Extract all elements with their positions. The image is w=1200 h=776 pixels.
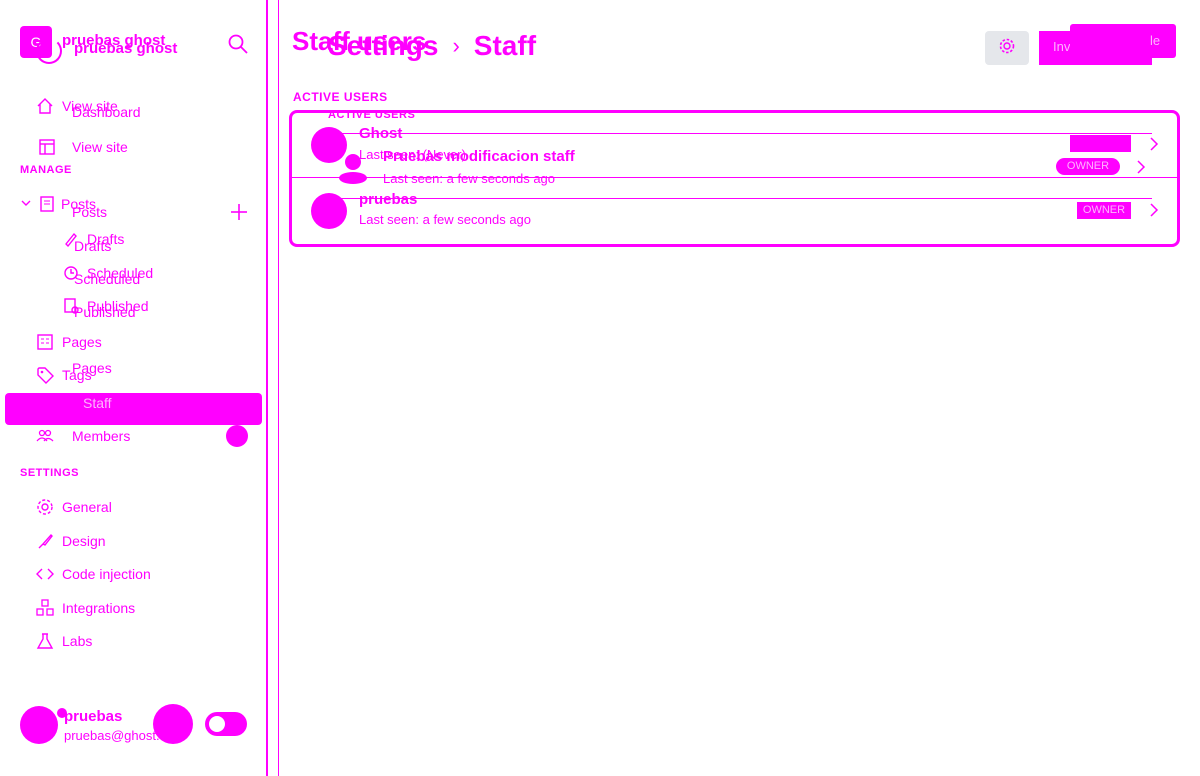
nav-staff-label: Staff (83, 395, 112, 411)
nav-labs-label: Labs (62, 633, 93, 649)
nav-published-dup-label: Published (74, 304, 136, 320)
integrations-icon (36, 599, 54, 617)
breadcrumb-settings[interactable]: Settings (328, 30, 438, 62)
row-divider (333, 133, 1152, 134)
nav-pages-label: Pages (62, 334, 102, 350)
nav-view-site-2-label: View site (72, 139, 128, 155)
nav-general[interactable]: General (36, 498, 112, 516)
user-avatar[interactable] (20, 706, 58, 744)
layout-icon (38, 138, 56, 156)
nav-staff-active[interactable]: Staff (5, 393, 262, 425)
breadcrumb-staff: Staff (473, 30, 537, 61)
nav-pages[interactable]: Pages (36, 333, 102, 351)
user-last-seen: Last seen: a few seconds ago (383, 171, 556, 186)
breadcrumb-separator: › (452, 33, 460, 58)
gear-icon (998, 37, 1016, 60)
nav-integrations-label: Integrations (62, 600, 136, 616)
chevron-right-icon (1148, 137, 1160, 151)
nav-dashboard-label: Dashboard (72, 104, 141, 120)
members-icon (36, 427, 54, 445)
user-avatar (311, 193, 347, 229)
chevron-down-icon[interactable] (20, 196, 32, 214)
user-name[interactable]: pruebas (64, 708, 122, 725)
nav-posts-dup-label: Posts (72, 204, 108, 220)
nav-posts-dup: Posts (72, 204, 107, 220)
user-name: Pruebas modificacion staff (383, 148, 575, 165)
code-icon (36, 565, 54, 583)
nav-drafts-dup-label: Drafts (74, 238, 112, 254)
dark-mode-toggle[interactable] (205, 712, 247, 736)
active-users-heading-dup: ACTIVE USERS (328, 109, 416, 121)
tag-icon (36, 366, 54, 384)
user-name: pruebas (359, 191, 418, 208)
user-last-seen: Last seen: a few seconds ago (359, 212, 532, 227)
nav-members-label: Members (72, 428, 131, 444)
home-icon (36, 97, 54, 115)
nav-code-injection-label: Code injection (62, 566, 151, 582)
invite-people-button-dup[interactable]: le (1070, 24, 1176, 58)
nav-tags[interactable]: Tags (36, 366, 92, 384)
nav-labs[interactable]: Labs (36, 632, 92, 650)
add-post-icon[interactable] (229, 202, 249, 227)
nav-scheduled-dup-label: Scheduled (74, 271, 141, 287)
user-avatar-body (339, 172, 367, 184)
user-avatar (311, 127, 347, 163)
nav-scheduled-dup: Scheduled (74, 271, 140, 287)
nav-published-dup: Published (74, 304, 136, 320)
nav-tags-label: Tags (62, 367, 92, 383)
settings-gear-button[interactable] (985, 31, 1029, 65)
chevron-right-icon (1135, 160, 1147, 174)
active-users-heading: ACTIVE USERS (293, 90, 388, 104)
members-count-badge (226, 425, 248, 447)
gear-icon (36, 498, 54, 516)
loading-spinner-icon (36, 38, 62, 64)
nav-general-label: General (62, 499, 112, 515)
brush-icon (36, 532, 54, 550)
nav-drafts-dup: Drafts (74, 238, 111, 254)
sidebar: G pruebas ghost pruebas ghost View site … (0, 0, 268, 776)
user-avatar-head (345, 154, 361, 170)
nav-integrations[interactable]: Integrations (36, 599, 135, 617)
site-name-duplicate: pruebas ghost (74, 40, 178, 57)
nav-view-site-2[interactable]: View site (38, 138, 128, 156)
posts-icon (38, 195, 56, 213)
pages-icon (36, 333, 54, 351)
flask-icon (36, 632, 54, 650)
nav-members[interactable]: Members (36, 427, 130, 445)
help-button[interactable] (153, 704, 193, 744)
search-icon[interactable] (226, 32, 250, 56)
nav-design-label: Design (62, 533, 106, 549)
role-badge: OWNER (1077, 202, 1131, 219)
row-divider (333, 198, 1152, 199)
breadcrumb: Settings › Staff (328, 30, 536, 62)
chevron-right-icon (1148, 203, 1160, 217)
user-name: Ghost (359, 125, 403, 142)
nav-code-injection[interactable]: Code injection (36, 565, 151, 583)
content-divider (278, 0, 279, 776)
role-badge: OWNER (1056, 158, 1120, 175)
section-settings: SETTINGS (20, 467, 80, 479)
nav-design[interactable]: Design (36, 532, 106, 550)
nav-dashboard[interactable]: Dashboard (72, 104, 141, 120)
role-badge (1070, 135, 1131, 152)
section-manage: MANAGE (20, 164, 72, 176)
